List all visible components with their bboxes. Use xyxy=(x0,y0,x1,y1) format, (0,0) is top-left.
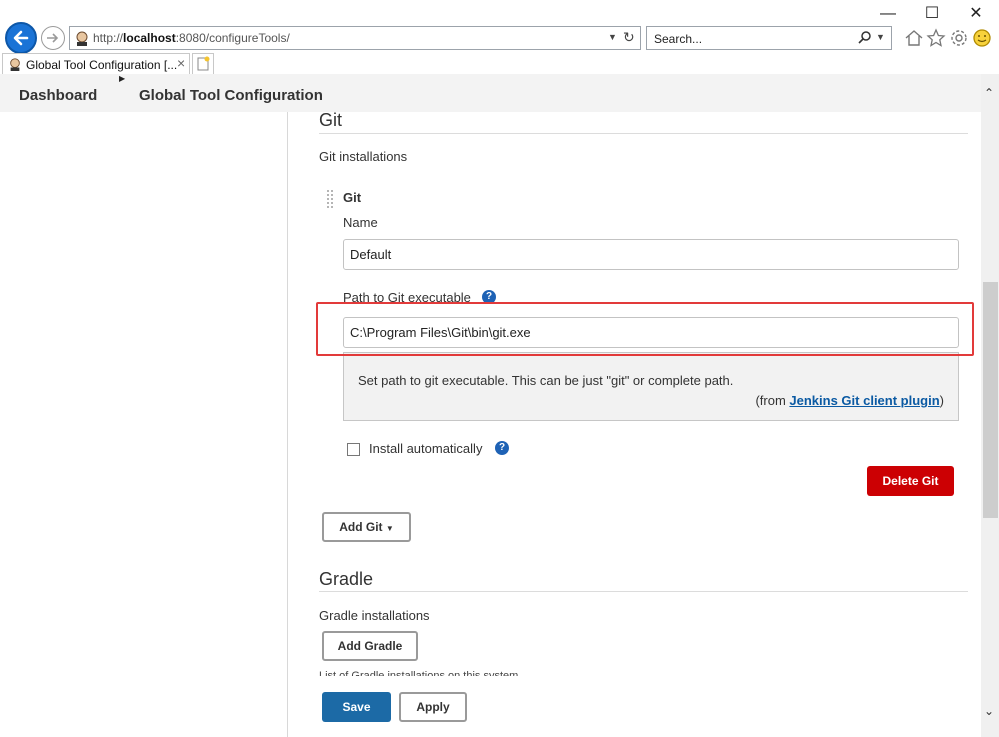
apply-button[interactable]: Apply xyxy=(399,692,467,722)
git-entry-title: Git xyxy=(343,190,362,205)
name-label: Name xyxy=(343,215,378,230)
add-git-button[interactable]: Add Git ▼ xyxy=(322,512,411,542)
favorites-star-icon[interactable] xyxy=(925,27,947,49)
add-gradle-button[interactable]: Add Gradle xyxy=(322,631,418,661)
page-scrollbar[interactable]: ⌃ ⌄ xyxy=(981,74,999,737)
breadcrumb-caret-icon: ▶ xyxy=(119,74,126,83)
window-maximize-button[interactable]: ☐ xyxy=(921,4,943,24)
install-automatically-label: Install automatically xyxy=(369,441,483,456)
gradle-section-title: Gradle xyxy=(319,569,374,589)
refresh-icon[interactable]: ↻ xyxy=(623,29,635,46)
delete-git-button[interactable]: Delete Git xyxy=(867,466,954,496)
search-icon[interactable] xyxy=(857,30,873,46)
scrollbar-thumb[interactable] xyxy=(983,282,998,518)
address-text: http://localhost:8080/configureTools/ xyxy=(93,31,290,45)
breadcrumb-current-page[interactable]: Global Tool Configuration xyxy=(139,87,323,104)
address-dropdown-icon[interactable]: ▼ xyxy=(608,32,617,42)
bottom-button-bar: Save Apply xyxy=(289,676,981,737)
browser-chrome: — ☐ ✕ http://localhost:8080/configureToo… xyxy=(0,0,999,74)
side-panel xyxy=(0,112,288,737)
install-automatically-checkbox[interactable] xyxy=(347,443,360,456)
path-to-git-input[interactable] xyxy=(343,317,959,348)
path-help-text: Set path to git executable. This can be … xyxy=(358,373,734,388)
breadcrumb: ▶ Dashboard Global Tool Configuration xyxy=(0,74,981,112)
git-section-title: Git xyxy=(319,112,343,130)
browser-tab-active[interactable]: Global Tool Configuration [... × xyxy=(2,53,190,74)
scroll-up-icon[interactable]: ⌃ xyxy=(984,86,994,100)
window-close-button[interactable]: ✕ xyxy=(965,4,987,24)
tab-title: Global Tool Configuration [... xyxy=(26,58,178,72)
forward-button[interactable] xyxy=(41,26,65,50)
scroll-down-icon[interactable]: ⌄ xyxy=(984,704,994,718)
forward-arrow-icon xyxy=(47,33,59,43)
new-tab-icon xyxy=(197,56,210,71)
new-tab-button[interactable] xyxy=(192,53,214,74)
git-client-plugin-link[interactable]: Jenkins Git client plugin xyxy=(789,393,939,408)
home-icon[interactable] xyxy=(903,27,925,49)
back-button[interactable] xyxy=(5,22,37,54)
breadcrumb-dashboard-link[interactable]: Dashboard xyxy=(19,87,97,104)
save-button[interactable]: Save xyxy=(322,692,391,722)
git-section-divider xyxy=(319,133,968,134)
smiley-feedback-icon[interactable] xyxy=(971,27,993,49)
back-arrow-icon xyxy=(13,30,29,46)
window-minimize-button[interactable]: — xyxy=(877,4,899,24)
path-help-icon[interactable]: ? xyxy=(482,290,496,304)
path-help-box: Set path to git executable. This can be … xyxy=(343,352,959,421)
address-bar[interactable]: http://localhost:8080/configureTools/ ▼ … xyxy=(69,26,641,50)
main-content: Git Git installations Git Name Path to G… xyxy=(289,112,981,737)
path-help-source: (from Jenkins Git client plugin) xyxy=(755,393,944,408)
jenkins-favicon-icon xyxy=(76,31,88,46)
drag-handle-icon[interactable] xyxy=(326,189,336,209)
tab-close-icon[interactable]: × xyxy=(177,55,185,71)
search-dropdown-icon[interactable]: ▼ xyxy=(876,32,885,42)
tab-favicon-icon xyxy=(10,58,20,71)
caret-down-icon: ▼ xyxy=(385,524,394,533)
path-to-git-label: Path to Git executable xyxy=(343,290,471,305)
gradle-section-divider xyxy=(319,591,968,592)
search-bar[interactable]: Search... ▼ xyxy=(646,26,892,50)
git-installations-label: Git installations xyxy=(319,149,408,164)
search-input[interactable]: Search... xyxy=(654,32,702,46)
settings-gear-icon[interactable] xyxy=(948,27,970,49)
add-git-label: Add Git xyxy=(339,520,383,534)
name-input[interactable] xyxy=(343,239,959,270)
install-help-icon[interactable]: ? xyxy=(495,441,509,455)
gradle-installations-label: Gradle installations xyxy=(319,608,430,623)
